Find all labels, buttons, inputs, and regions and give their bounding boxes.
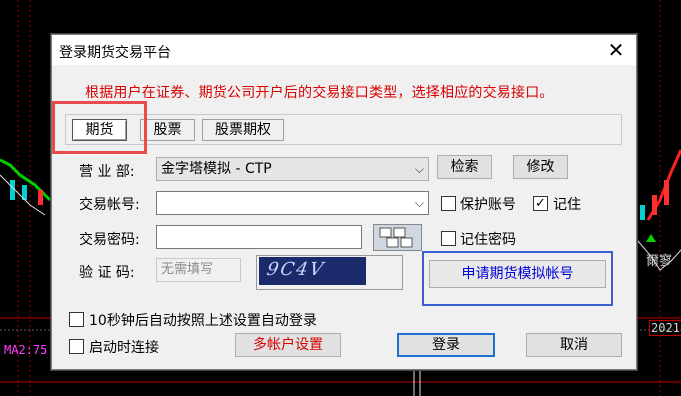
multi-account-button[interactable]: 多帐户设置 [235, 333, 341, 357]
branch-select[interactable]: 金字塔模拟 - CTP ⌵ [156, 157, 429, 181]
captcha-placeholder: 无需填写 [161, 262, 214, 277]
account-label: 交易帐号: [79, 197, 140, 213]
captcha-input[interactable]: 无需填写 [156, 258, 241, 282]
soft-keyboard-button[interactable] [373, 224, 422, 251]
remember-password-checkbox[interactable] [441, 231, 456, 246]
branch-label: 营 业 部: [79, 164, 135, 180]
password-label: 交易密码: [79, 232, 140, 248]
keyboard-icon [379, 227, 413, 248]
chevron-down-icon: ⌵ [414, 196, 424, 210]
cancel-button[interactable]: 取消 [526, 333, 622, 357]
captcha-label: 验 证 码: [79, 265, 135, 281]
interface-tabs: 期货 股票 股票期权 [65, 114, 622, 145]
interface-hint: 根据用户在证券、期货公司开户后的交易接口类型，选择相应的交易接口。 [85, 85, 554, 101]
chevron-down-icon: ⌵ [414, 162, 424, 176]
captcha-text: 9C4V [265, 259, 327, 280]
title-bar[interactable]: 登录期货交易平台 ✕ [52, 35, 636, 65]
login-button[interactable]: 登录 [397, 333, 495, 357]
remember-password-label: 记住密码 [460, 232, 516, 248]
search-button[interactable]: 检索 [437, 155, 492, 179]
tab-stocks[interactable]: 股票 [140, 119, 195, 141]
password-input[interactable] [156, 225, 362, 249]
connect-on-start-label: 启动时连接 [89, 340, 159, 356]
remember-account-checkbox[interactable]: ✓ [533, 196, 548, 211]
apply-demo-account-button[interactable]: 申请期货模拟帐号 [429, 260, 606, 288]
protect-account-label: 保护账号 [460, 197, 516, 213]
captcha-image[interactable]: 9C4V [259, 257, 366, 285]
branch-value: 金字塔模拟 - CTP [161, 161, 272, 177]
dialog-title: 登录期货交易平台 [59, 45, 171, 61]
auto-login-label: 10秒钟后自动按照上述设置自动登录 [89, 313, 317, 329]
chart-annotation: 爾寥 [646, 254, 673, 269]
connect-on-start-checkbox[interactable] [69, 339, 84, 354]
protect-account-checkbox[interactable] [441, 196, 456, 211]
account-input[interactable]: ⌵ [156, 191, 429, 215]
year-label: 2021 [649, 320, 681, 336]
auto-login-checkbox[interactable] [69, 312, 84, 327]
remember-account-label: 记住 [553, 197, 581, 213]
tab-futures[interactable]: 期货 [72, 119, 127, 141]
edit-button[interactable]: 修改 [513, 155, 568, 179]
tab-stock-options[interactable]: 股票期权 [202, 119, 284, 141]
close-icon[interactable]: ✕ [596, 35, 636, 65]
login-dialog: 登录期货交易平台 ✕ 根据用户在证券、期货公司开户后的交易接口类型，选择相应的交… [51, 34, 637, 370]
ma-label: MA2:75 [4, 343, 48, 357]
